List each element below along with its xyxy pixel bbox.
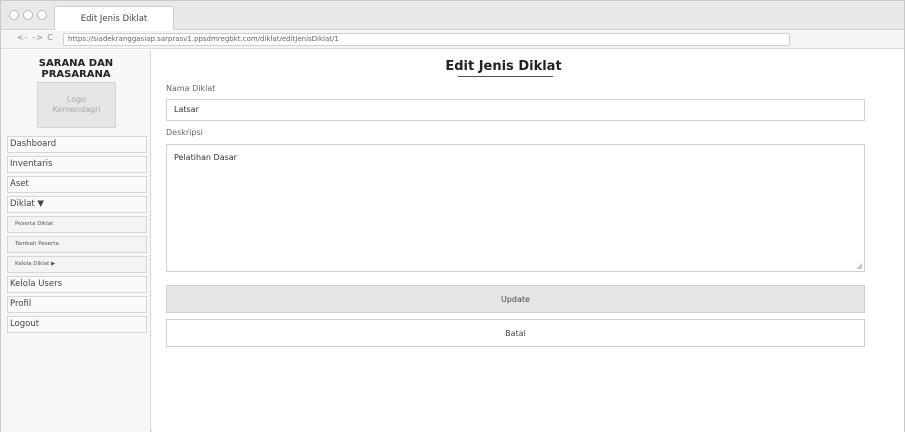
sidebar-item-label: Kelola Diklat ▶ bbox=[15, 261, 56, 267]
sidebar-item-label: Diklat ▼ bbox=[10, 199, 44, 209]
sidebar-item-label: Peserta Diklat bbox=[15, 221, 54, 227]
sidebar: SARANA DAN PRASARANA Logo Kemendagri Das… bbox=[1, 50, 151, 432]
url-field[interactable]: https://siadekranggasiap.sarprasv1.ppsdm… bbox=[63, 33, 790, 46]
update-button[interactable]: Update bbox=[166, 285, 865, 313]
sidebar-item-label: Inventaris bbox=[10, 159, 53, 169]
sidebar-item-logout[interactable]: Logout bbox=[7, 316, 147, 333]
browser-tab[interactable]: Edit Jenis Diklat bbox=[54, 6, 174, 30]
sidebar-subitem-tambah-peserta[interactable]: Tambah Peserta bbox=[7, 236, 147, 253]
description-label: Deskripsi bbox=[166, 128, 203, 137]
maximize-window-icon[interactable] bbox=[37, 10, 47, 20]
window-controls bbox=[9, 10, 47, 20]
sidebar-item-dashboard[interactable]: Dashboard bbox=[7, 136, 147, 153]
sidebar-item-aset[interactable]: Aset bbox=[7, 176, 147, 193]
sidebar-item-profil[interactable]: Profil bbox=[7, 296, 147, 313]
sidebar-nav: Dashboard Inventaris Aset Diklat ▼ Peser… bbox=[7, 136, 147, 336]
sidebar-item-label: Dashboard bbox=[10, 139, 57, 149]
logo-placeholder: Logo Kemendagri bbox=[37, 82, 116, 128]
sidebar-subitem-peserta-diklat[interactable]: Peserta Diklat bbox=[7, 216, 147, 233]
nav-buttons[interactable]: <- -> C bbox=[17, 33, 54, 42]
sidebar-item-kelola-users[interactable]: Kelola Users bbox=[7, 276, 147, 293]
sidebar-item-label: Logout bbox=[10, 319, 40, 329]
description-text: Pelatihan Dasar bbox=[174, 153, 237, 162]
minimize-window-icon[interactable] bbox=[23, 10, 33, 20]
name-label: Nama Diklat bbox=[166, 84, 216, 93]
description-textarea[interactable]: Pelatihan Dasar bbox=[166, 144, 865, 272]
sidebar-item-label: Aset bbox=[10, 179, 29, 189]
title-underline bbox=[458, 76, 553, 77]
close-window-icon[interactable] bbox=[9, 10, 19, 20]
name-input[interactable]: Latsar bbox=[166, 99, 865, 121]
brand-text: SARANA DAN PRASARANA bbox=[38, 58, 114, 80]
browser-window: Edit Jenis Diklat <- -> C https://siadek… bbox=[0, 0, 905, 432]
address-bar: <- -> C https://siadekranggasiap.sarpras… bbox=[1, 31, 904, 49]
logo-text: Logo Kemendagri bbox=[52, 95, 101, 114]
cancel-button[interactable]: Batal bbox=[166, 319, 865, 347]
page-title: Edit Jenis Diklat bbox=[445, 59, 562, 74]
sidebar-item-diklat[interactable]: Diklat ▼ bbox=[7, 196, 147, 213]
brand-title: SARANA DAN PRASARANA bbox=[1, 58, 151, 80]
sidebar-item-inventaris[interactable]: Inventaris bbox=[7, 156, 147, 173]
sidebar-item-label: Tambah Peserta bbox=[15, 241, 59, 247]
main-content: Edit Jenis Diklat Nama Diklat Latsar Des… bbox=[152, 50, 904, 432]
resize-handle-icon[interactable] bbox=[856, 263, 862, 269]
sidebar-subitem-kelola-diklat[interactable]: Kelola Diklat ▶ bbox=[7, 256, 147, 273]
sidebar-item-label: Profil bbox=[10, 299, 32, 309]
sidebar-item-label: Kelola Users bbox=[10, 279, 63, 289]
tab-title: Edit Jenis Diklat bbox=[80, 13, 148, 24]
title-bar: Edit Jenis Diklat bbox=[1, 1, 904, 30]
